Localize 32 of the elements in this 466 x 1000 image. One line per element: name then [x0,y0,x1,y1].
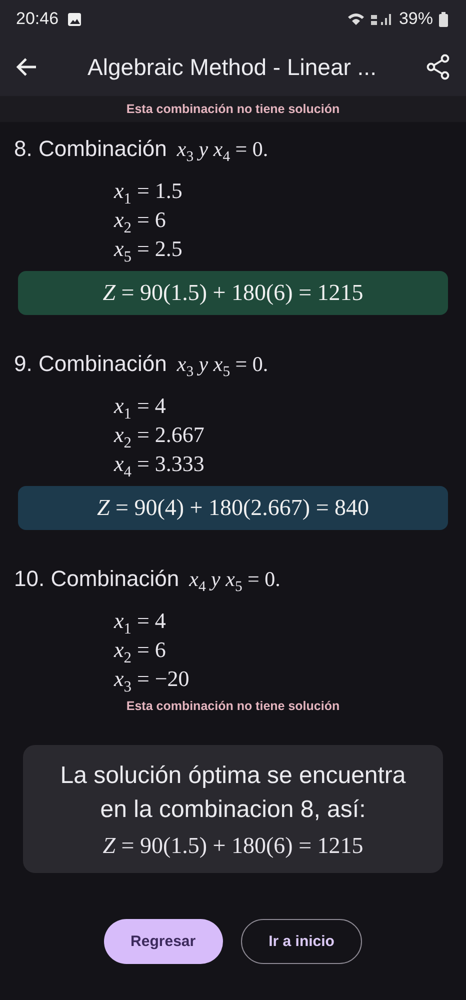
back-arrow-icon[interactable] [16,57,38,77]
home-button[interactable]: Ir a inicio [240,919,362,964]
image-icon [66,12,82,26]
variable-value: x$_{1}$ = 1.5 [114,177,182,205]
variable-value: x$_{4}$ = 3.333 [114,450,204,478]
variable-value: x$_{5}$ = 2.5 [114,235,182,263]
summary-formula: Z = 90(1.5) + 180(6) = 1215 [102,833,364,859]
variable-value: x$_{2}$ = 2.667 [114,421,204,449]
no-solution-note: Esta combinación no tiene solución [126,102,340,116]
condition-formula: x$_{3}$ y x$_{5}$ = 0. [176,352,268,377]
variable-value: x$_{3}$ = −20 [114,665,190,693]
share-icon[interactable] [426,54,450,80]
variable-value: x$_{2}$ = 6 [114,636,166,664]
combination-title: 8. Combinación [14,136,167,162]
variable-value: x$_{1}$ = 4 [114,392,166,420]
condition-formula: x$_{3}$ y x$_{4}$ = 0. [176,137,268,162]
objective-result: Z = 90(4) + 180(2.667) = 840 [18,486,448,530]
combination-title: 9. Combinación [14,351,167,377]
battery-icon [439,12,448,26]
status-time: 20:46 [16,9,59,29]
back-button[interactable]: Regresar [104,919,223,964]
combination-title: 10. Combinación [14,566,180,592]
signal-icon [370,12,393,26]
objective-result: Z = 90(1.5) + 180(6) = 1215 [18,271,448,315]
variable-value: x$_{1}$ = 4 [114,607,166,635]
variable-value: x$_{2}$ = 6 [114,206,166,234]
summary-text: La solución óptima se encuentra en la combinacion 8, así: [59,761,407,825]
wifi-icon [346,12,365,26]
page-title: Algebraic Method - Linear ... [86,54,378,80]
no-solution-note: Esta combinación no tiene solución [126,699,340,713]
condition-formula: x$_{4}$ y x$_{5}$ = 0. [189,567,280,592]
battery-percent: 39% [398,9,433,29]
